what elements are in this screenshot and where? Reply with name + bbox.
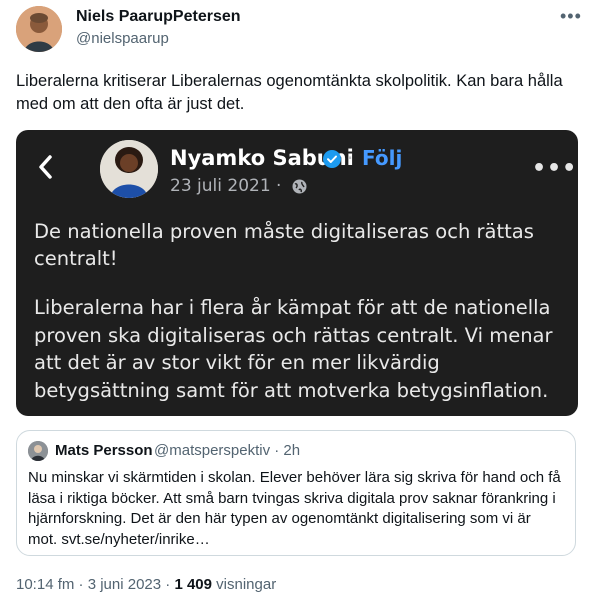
quoted-author-handle: @matsperspektiv · 2h: [154, 442, 301, 459]
embedded-date: 23 juli 2021 ·: [170, 176, 282, 196]
embedded-paragraph: De nationella proven måste digitaliseras…: [34, 220, 534, 270]
verified-badge-icon: [323, 150, 341, 168]
embedded-image[interactable]: Nyamko Sabuni · Följ 23 juli 2021 · ••• …: [16, 130, 578, 416]
globe-icon: [292, 179, 307, 194]
tweet-timestamp[interactable]: 10:14 fm · 3 juni 2023 ·: [16, 576, 170, 593]
quoted-author-name: Mats Persson: [55, 442, 153, 459]
more-icon: •••: [532, 156, 578, 181]
separator-dot: ·: [347, 146, 354, 170]
author-handle[interactable]: @nielspaarup: [76, 30, 169, 47]
author-avatar[interactable]: [16, 6, 62, 52]
author-name[interactable]: Niels PaarupPetersen: [76, 8, 241, 26]
embedded-avatar: [100, 140, 158, 198]
views-count: 1 409: [174, 576, 212, 593]
views-label: visningar: [216, 576, 277, 593]
tweet-meta: 10:14 fm · 3 juni 2023 · 1 409 visningar: [16, 576, 276, 593]
quoted-tweet-text: Nu minskar vi skärmtiden i skolan. Eleve…: [28, 469, 561, 548]
follow-label: Följ: [362, 146, 403, 170]
tweet-text: Liberalerna kritiserar Liberalernas ogen…: [16, 72, 563, 113]
embedded-paragraph: Liberalerna har i flera år kämpat för at…: [34, 296, 553, 402]
tweet: Niels PaarupPetersen @nielspaarup ••• Li…: [0, 0, 590, 600]
quoted-tweet[interactable]: Mats Persson @matsperspektiv · 2h Nu min…: [16, 430, 576, 556]
more-icon[interactable]: •••: [560, 6, 581, 26]
quoted-avatar: [28, 441, 48, 461]
back-arrow-icon: [39, 155, 52, 179]
